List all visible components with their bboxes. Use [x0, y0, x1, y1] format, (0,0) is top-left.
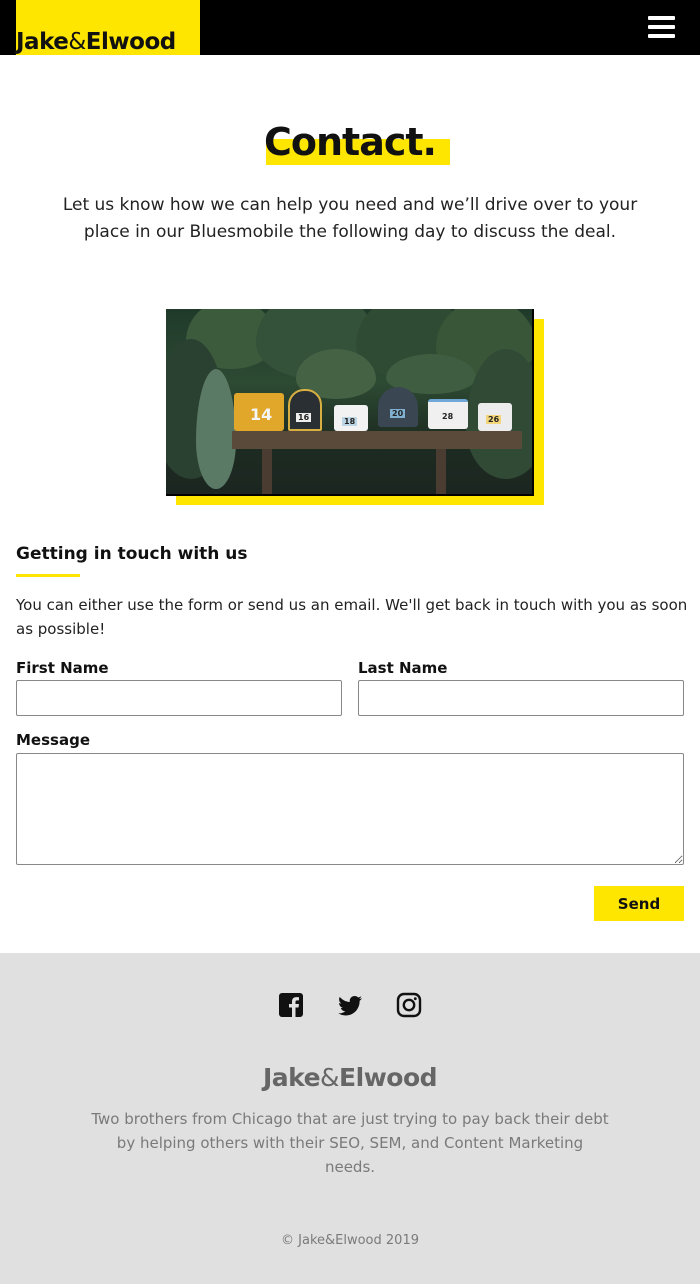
site-footer: Jake&Elwood Two brothers from Chicago th…: [0, 953, 700, 1284]
section-description: You can either use the form or send us a…: [16, 596, 688, 638]
message-label: Message: [16, 731, 90, 749]
site-header: Jake&Elwood: [0, 0, 700, 55]
mailbox-number: 18: [342, 417, 358, 426]
page-title: Contact.: [264, 120, 437, 164]
logo-ampersand: &: [68, 29, 86, 55]
mailbox-number: 26: [486, 415, 502, 424]
logo-text: Jake&Elwood: [16, 29, 200, 55]
mailbox-number: 14: [250, 405, 273, 424]
message-field[interactable]: [16, 753, 684, 865]
footer-logo-ampersand: &: [320, 1063, 340, 1092]
mailboxes-image: 14 16 18 20 28 26: [166, 309, 534, 496]
footer-logo-part-1: Jake: [262, 1063, 321, 1092]
site-logo[interactable]: Jake&Elwood: [16, 0, 200, 55]
last-name-label: Last Name: [358, 659, 448, 677]
send-button[interactable]: Send: [594, 886, 684, 921]
first-name-label: First Name: [16, 659, 109, 677]
copyright: © Jake&Elwood 2019: [281, 1233, 419, 1248]
section-underline: [16, 574, 80, 577]
twitter-icon[interactable]: [336, 991, 364, 1019]
last-name-field[interactable]: [358, 680, 684, 716]
mailbox-number: 16: [296, 413, 312, 422]
page-title-wrap: Contact.: [0, 118, 700, 168]
mailbox-number: 20: [390, 409, 406, 418]
hamburger-menu-icon[interactable]: [648, 14, 676, 40]
footer-logo-part-2: Elwood: [339, 1063, 438, 1092]
mailbox-number: 28: [440, 412, 456, 421]
footer-description: Two brothers from Chicago that are just …: [91, 1110, 609, 1176]
footer-logo[interactable]: Jake&Elwood: [0, 1063, 700, 1093]
instagram-icon[interactable]: [395, 991, 423, 1019]
facebook-icon[interactable]: [277, 991, 305, 1019]
section-title: Getting in touch with us: [16, 544, 248, 564]
logo-part-2: Elwood: [85, 29, 176, 55]
first-name-field[interactable]: [16, 680, 342, 716]
logo-part-1: Jake: [16, 29, 69, 55]
intro-text: Let us know how we can help you need and…: [62, 195, 638, 242]
